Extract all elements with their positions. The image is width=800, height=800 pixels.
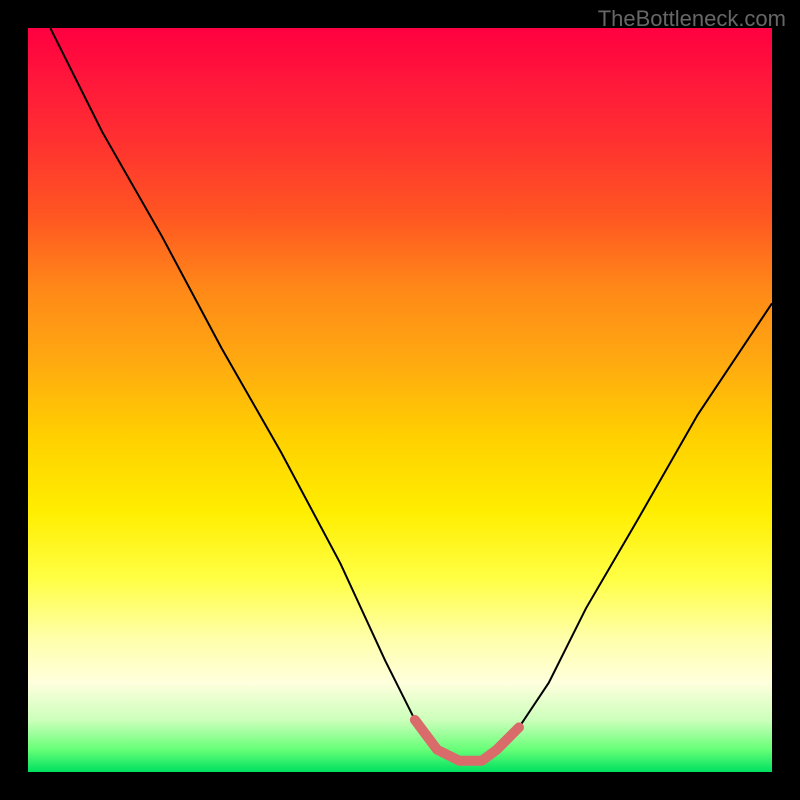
chart-svg [28, 28, 772, 772]
watermark-text: TheBottleneck.com [598, 6, 786, 32]
optimal-range-highlight [415, 720, 519, 761]
bottleneck-curve [50, 28, 772, 761]
plot-area [28, 28, 772, 772]
